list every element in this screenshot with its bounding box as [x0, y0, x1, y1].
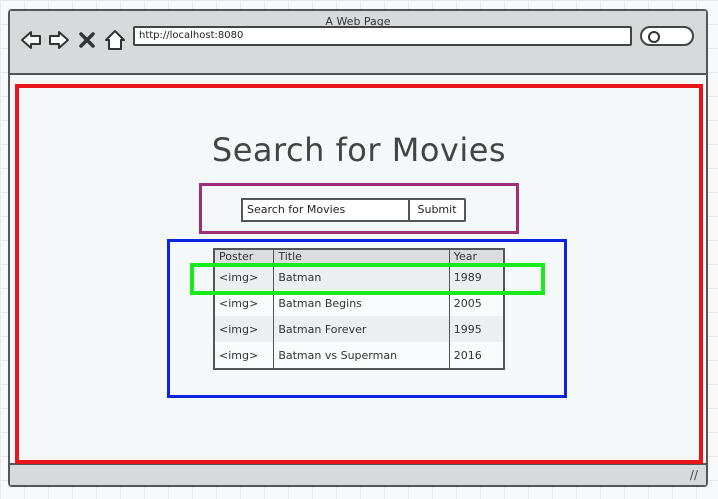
nav-buttons	[20, 29, 126, 51]
status-bar: //	[10, 463, 706, 485]
title-cell: Batman Forever	[273, 316, 450, 342]
browser-search-box[interactable]	[640, 26, 694, 46]
column-header-title[interactable]: Title	[273, 249, 450, 264]
table-row[interactable]: <img> Batman Forever 1995	[214, 316, 505, 342]
table-row[interactable]: <img> Batman vs Superman 2016	[214, 342, 505, 369]
search-input[interactable]: Search for Movies	[241, 198, 411, 222]
title-cell: Batman vs Superman	[273, 342, 450, 369]
close-icon[interactable]	[76, 29, 98, 51]
resize-grip-icon[interactable]: //	[690, 468, 698, 482]
address-bar[interactable]: http://localhost:8080	[133, 26, 632, 46]
year-cell: 1995	[449, 316, 505, 342]
forward-arrow-icon[interactable]	[48, 29, 70, 51]
selected-row-annotation-box	[190, 263, 545, 295]
year-cell: 2016	[449, 342, 505, 369]
page-title: Search for Movies	[211, 131, 507, 169]
column-header-poster[interactable]: Poster	[214, 249, 275, 264]
submit-button[interactable]: Submit	[408, 198, 466, 222]
home-icon[interactable]	[104, 29, 126, 51]
search-icon	[648, 31, 660, 43]
column-header-year[interactable]: Year	[449, 249, 505, 264]
back-arrow-icon[interactable]	[20, 29, 42, 51]
poster-cell: <img>	[214, 342, 275, 369]
table-header-row: Poster Title Year	[214, 249, 505, 264]
poster-cell: <img>	[214, 316, 275, 342]
